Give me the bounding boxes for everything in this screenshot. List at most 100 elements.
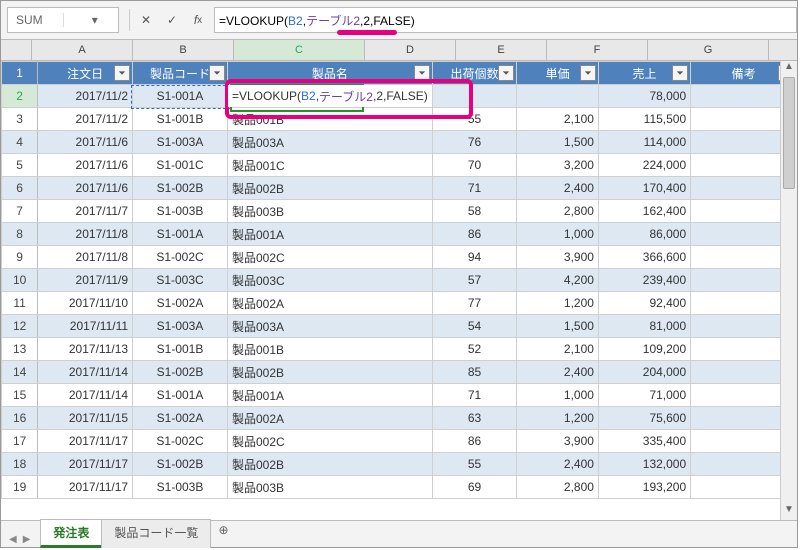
cell-qty[interactable]: 63 [432, 407, 517, 430]
cell-date[interactable]: 2017/11/11 [38, 315, 133, 338]
row-header[interactable]: 15 [2, 384, 38, 407]
cell-sales[interactable]: 71,000 [598, 384, 690, 407]
cell-unit[interactable]: 1,200 [517, 407, 599, 430]
cell-qty[interactable]: 86 [432, 430, 517, 453]
table-row[interactable]: 172017/11/17S1-002C製品002C863,900335,400 [2, 430, 797, 453]
cell-code[interactable]: S1-002B [133, 453, 228, 476]
row-header[interactable]: 19 [2, 476, 38, 499]
column-header-E[interactable]: E [456, 40, 547, 60]
grid-area[interactable]: 1注文日製品コード製品名出荷個数単価売上備考22017/11/2S1-001A=… [1, 61, 797, 520]
cell-name[interactable]: 製品003B [227, 476, 432, 499]
cell-code[interactable]: S1-002B [133, 361, 228, 384]
cell-name[interactable]: 製品003B [227, 200, 432, 223]
cell-qty[interactable]: 86 [432, 223, 517, 246]
cell-unit[interactable]: 1,500 [517, 315, 599, 338]
cell-name[interactable]: 製品001B [227, 338, 432, 361]
table-row[interactable]: 62017/11/6S1-002B製品002B712,400170,400 [2, 177, 797, 200]
filter-dropdown-icon[interactable] [414, 65, 430, 81]
filter-dropdown-icon[interactable] [580, 65, 596, 81]
table-row[interactable]: 122017/11/11S1-003A製品003A541,50081,000 [2, 315, 797, 338]
row-header[interactable]: 10 [2, 269, 38, 292]
cell-sales[interactable]: 92,400 [598, 292, 690, 315]
row-header[interactable]: 1 [2, 62, 38, 85]
table-row[interactable]: 162017/11/15S1-002A製品002A631,20075,600 [2, 407, 797, 430]
column-header-G[interactable]: G [648, 40, 769, 60]
cell-date[interactable]: 2017/11/7 [38, 200, 133, 223]
table-row[interactable]: 182017/11/17S1-002B製品002B552,400132,000 [2, 453, 797, 476]
select-all-corner[interactable] [1, 40, 32, 60]
sheet-tab[interactable]: 製品コード一覧 [101, 519, 211, 548]
cell-name[interactable]: 製品002B [227, 361, 432, 384]
row-header[interactable]: 18 [2, 453, 38, 476]
row-header[interactable]: 2 [2, 85, 38, 108]
cell-qty[interactable]: 71 [432, 177, 517, 200]
cell-qty[interactable]: 55 [432, 108, 517, 131]
cell-unit[interactable]: 2,400 [517, 361, 599, 384]
cell-name[interactable]: 製品001C [227, 154, 432, 177]
cell-date[interactable]: 2017/11/6 [38, 177, 133, 200]
cell-qty[interactable]: 85 [432, 361, 517, 384]
cell-unit[interactable]: 2,800 [517, 200, 599, 223]
cell-date[interactable]: 2017/11/10 [38, 292, 133, 315]
cell-sales[interactable]: 193,200 [598, 476, 690, 499]
cell-sales[interactable]: 204,000 [598, 361, 690, 384]
cell-unit[interactable]: 1,000 [517, 223, 599, 246]
scroll-down-icon[interactable]: ▼ [781, 504, 797, 520]
table-row[interactable]: 152017/11/14S1-001A製品001A711,00071,000 [2, 384, 797, 407]
cell-sales[interactable]: 366,600 [598, 246, 690, 269]
cell-code[interactable]: S1-001B [133, 338, 228, 361]
row-header[interactable]: 16 [2, 407, 38, 430]
column-header-D[interactable]: D [365, 40, 456, 60]
column-header-F[interactable]: F [547, 40, 648, 60]
cell-date[interactable]: 2017/11/14 [38, 384, 133, 407]
cell-sales[interactable]: 170,400 [598, 177, 690, 200]
table-row[interactable]: 132017/11/13S1-001B製品001B522,100109,200 [2, 338, 797, 361]
cell-sales[interactable]: 132,000 [598, 453, 690, 476]
row-header[interactable]: 5 [2, 154, 38, 177]
tab-nav[interactable]: ◀ ▶ [7, 532, 32, 547]
row-header[interactable]: 6 [2, 177, 38, 200]
cell-code[interactable]: S1-002A [133, 292, 228, 315]
cell-unit[interactable]: 2,800 [517, 476, 599, 499]
scroll-up-icon[interactable]: ▲ [781, 61, 797, 77]
filter-dropdown-icon[interactable] [672, 65, 688, 81]
cell-unit[interactable]: 4,200 [517, 269, 599, 292]
cell-name[interactable]: 製品003C [227, 269, 432, 292]
cell-name[interactable]: =VLOOKUP(B2,テーブル2,2,FALSE) [227, 85, 432, 108]
cell-sales[interactable]: 114,000 [598, 131, 690, 154]
cell-qty[interactable] [432, 85, 517, 108]
add-sheet-button[interactable]: ⊕ [210, 519, 236, 548]
cell-name[interactable]: 製品003A [227, 131, 432, 154]
table-row[interactable]: 102017/11/9S1-003C製品003C574,200239,400 [2, 269, 797, 292]
cell-unit[interactable]: 1,000 [517, 384, 599, 407]
row-header[interactable]: 3 [2, 108, 38, 131]
table-header-cell[interactable]: 注文日 [38, 62, 133, 85]
table-header-cell[interactable]: 単価 [517, 62, 599, 85]
column-header-B[interactable]: B [133, 40, 234, 60]
cell-date[interactable]: 2017/11/2 [38, 108, 133, 131]
column-header-C[interactable]: C [234, 40, 365, 60]
table-header-cell[interactable]: 出荷個数 [432, 62, 517, 85]
table-header-cell[interactable]: 売上 [598, 62, 690, 85]
cell-code[interactable]: S1-003B [133, 476, 228, 499]
cell-date[interactable]: 2017/11/2 [38, 85, 133, 108]
cell-date[interactable]: 2017/11/8 [38, 223, 133, 246]
cell-unit[interactable]: 2,400 [517, 177, 599, 200]
cell-qty[interactable]: 77 [432, 292, 517, 315]
table-row[interactable]: 92017/11/8S1-002C製品002C943,900366,600 [2, 246, 797, 269]
filter-dropdown-icon[interactable] [209, 65, 225, 81]
scroll-thumb[interactable] [783, 77, 795, 189]
table-row[interactable]: 112017/11/10S1-002A製品002A771,20092,400 [2, 292, 797, 315]
cell-date[interactable]: 2017/11/17 [38, 430, 133, 453]
cell-code[interactable]: S1-003C [133, 269, 228, 292]
cell-qty[interactable]: 57 [432, 269, 517, 292]
cell-unit[interactable]: 3,900 [517, 246, 599, 269]
cell-date[interactable]: 2017/11/6 [38, 154, 133, 177]
cell-qty[interactable]: 76 [432, 131, 517, 154]
cell-date[interactable]: 2017/11/17 [38, 476, 133, 499]
cell-code[interactable]: S1-001A [133, 85, 228, 108]
table-row[interactable]: 42017/11/6S1-003A製品003A761,500114,000 [2, 131, 797, 154]
cell-name[interactable]: 製品002B [227, 177, 432, 200]
cell-qty[interactable]: 52 [432, 338, 517, 361]
row-header[interactable]: 4 [2, 131, 38, 154]
